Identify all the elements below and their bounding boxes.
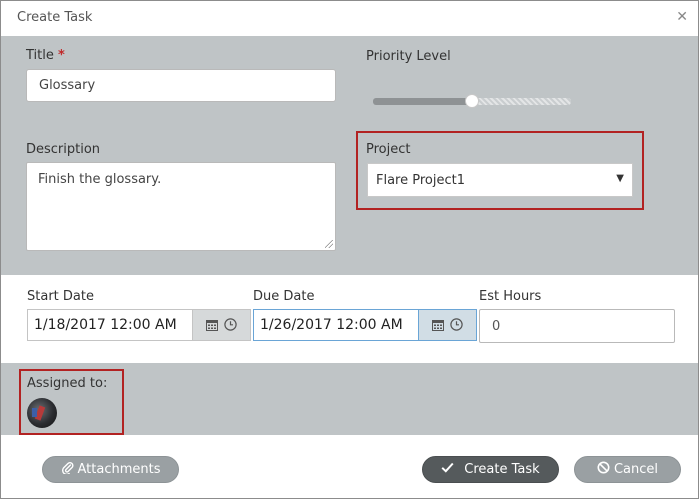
description-value: Finish the glossary. <box>38 172 162 187</box>
est-hours-input[interactable]: 0 <box>479 309 675 343</box>
project-selected-value: Flare Project1 <box>376 172 465 188</box>
avatar-detail <box>32 408 37 417</box>
project-label: Project <box>366 142 411 157</box>
caret-down-icon: ▼ <box>616 173 624 184</box>
cancel-label: Cancel <box>613 462 659 477</box>
start-date-value: 1/18/2017 12:00 AM <box>34 317 177 333</box>
start-date-label: Start Date <box>27 289 94 304</box>
avatar[interactable] <box>27 398 57 428</box>
dialog-titlebar: Create Task ✕ <box>1 1 698 36</box>
required-marker: * <box>58 48 65 63</box>
title-label: Title * <box>26 48 65 63</box>
check-icon <box>441 462 454 477</box>
paperclip-icon <box>61 461 74 478</box>
est-hours-label: Est Hours <box>479 289 542 304</box>
dialog-title: Create Task <box>17 10 93 25</box>
priority-slider-handle[interactable] <box>465 94 479 108</box>
create-task-dialog: Create Task ✕ Title * Glossary Priority … <box>0 0 699 499</box>
calendar-icon[interactable] <box>432 316 444 335</box>
close-icon[interactable]: ✕ <box>676 9 688 25</box>
start-date-field[interactable]: 1/18/2017 12:00 AM <box>27 309 251 341</box>
ban-icon <box>597 461 610 478</box>
resize-grip-icon[interactable] <box>325 240 333 248</box>
calendar-icon[interactable] <box>206 316 218 335</box>
description-label: Description <box>26 142 101 157</box>
priority-slider-filled-track[interactable] <box>373 98 473 105</box>
clock-icon[interactable] <box>224 316 237 335</box>
description-textarea[interactable]: Finish the glossary. <box>26 162 336 251</box>
due-date-value: 1/26/2017 12:00 AM <box>260 317 403 333</box>
due-date-buttons <box>418 310 476 340</box>
est-hours-value: 0 <box>492 318 501 334</box>
title-input[interactable]: Glossary <box>26 69 336 102</box>
cancel-button[interactable]: Cancel <box>574 456 681 483</box>
project-select[interactable]: Flare Project1 ▼ <box>367 163 633 197</box>
priority-level-label: Priority Level <box>366 49 451 64</box>
attachments-button[interactable]: Attachments <box>42 456 179 483</box>
title-label-text: Title <box>26 48 54 63</box>
due-date-label: Due Date <box>253 289 315 304</box>
title-input-value: Glossary <box>39 78 96 93</box>
due-date-field[interactable]: 1/26/2017 12:00 AM <box>253 309 477 341</box>
priority-slider-empty-track[interactable] <box>471 98 571 105</box>
create-task-label: Create Task <box>464 462 540 477</box>
create-task-button[interactable]: Create Task <box>422 456 559 483</box>
clock-icon[interactable] <box>450 316 463 335</box>
start-date-buttons <box>192 310 250 340</box>
assigned-to-label: Assigned to: <box>27 376 108 391</box>
attachments-label: Attachments <box>77 462 161 477</box>
